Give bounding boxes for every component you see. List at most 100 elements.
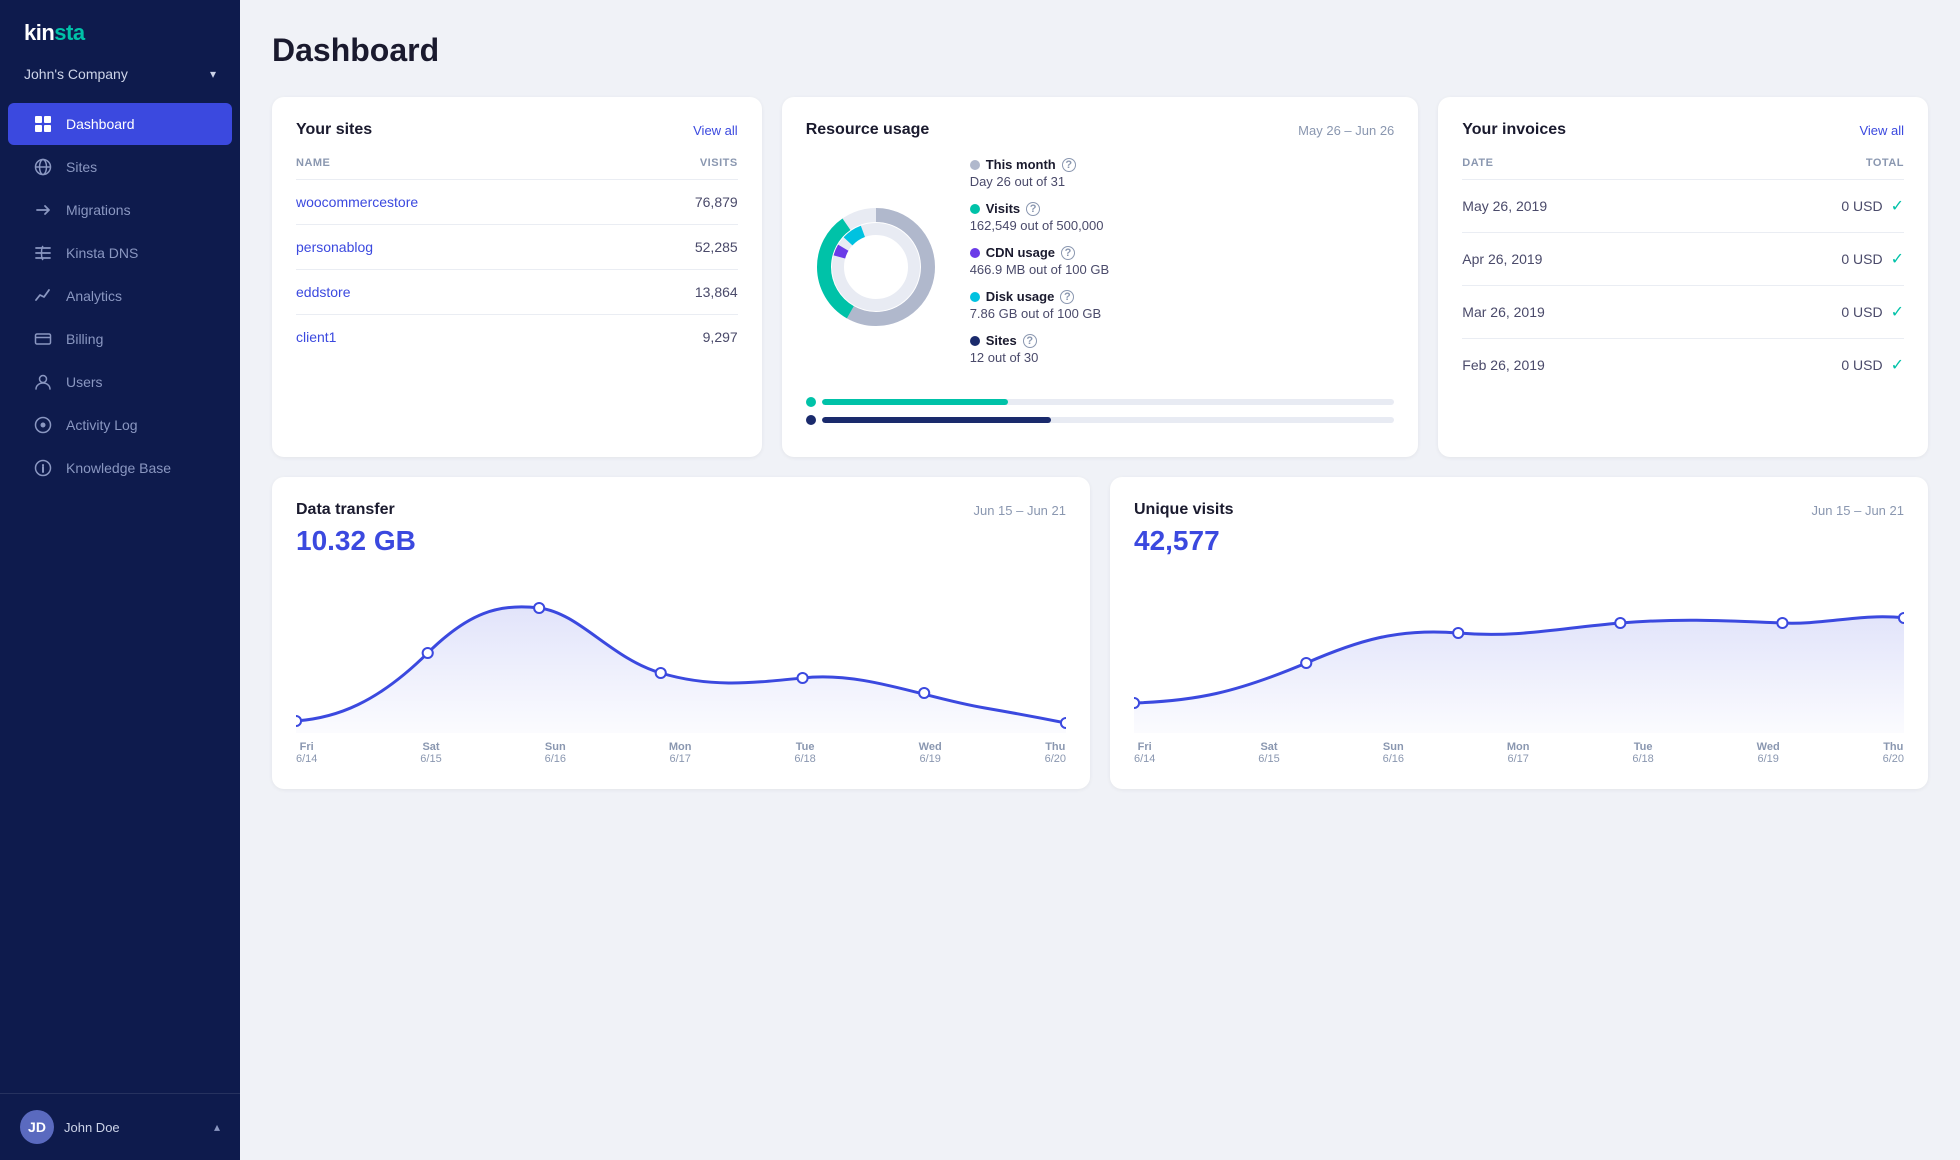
sidebar-logo: kinsta bbox=[0, 0, 240, 56]
visits-count: 52,285 bbox=[695, 239, 738, 255]
data-transfer-chart bbox=[296, 573, 1066, 733]
sidebar-item-activity-log[interactable]: Activity Log bbox=[8, 404, 232, 446]
unique-visits-card: Unique visits Jun 15 – Jun 21 42,577 bbox=[1110, 477, 1928, 789]
x-date: 6/14 bbox=[296, 753, 317, 765]
this-month-label: This month bbox=[986, 157, 1056, 172]
invoice-amount: 0 USD ✓ bbox=[1841, 302, 1904, 322]
invoices-view-all[interactable]: View all bbox=[1859, 123, 1904, 138]
unique-visits-x-axis: Fri6/14Sat6/15Sun6/16Mon6/17Tue6/18Wed6/… bbox=[1134, 733, 1904, 765]
x-axis-label: Thu6/20 bbox=[1883, 741, 1904, 765]
invoice-date: May 26, 2019 bbox=[1462, 198, 1547, 214]
cdn-value: 466.9 MB out of 100 GB bbox=[970, 262, 1395, 277]
billing-icon bbox=[32, 330, 54, 348]
sites-progress bbox=[806, 415, 1395, 425]
x-axis-label: Fri6/14 bbox=[1134, 741, 1155, 765]
disk-stat: Disk usage ? 7.86 GB out of 100 GB bbox=[970, 289, 1395, 321]
sidebar-item-label: Sites bbox=[66, 159, 97, 175]
x-axis-label: Mon6/17 bbox=[669, 741, 692, 765]
x-date: 6/15 bbox=[1258, 753, 1279, 765]
sites-table-header: NAME VISITS bbox=[296, 157, 738, 180]
cdn-label: CDN usage bbox=[986, 245, 1055, 260]
visits-count: 13,864 bbox=[695, 284, 738, 300]
sites-stat: Sites ? 12 out of 30 bbox=[970, 333, 1395, 365]
top-row: Your sites View all NAME VISITS woocomme… bbox=[272, 97, 1928, 457]
invoice-row: Mar 26, 20190 USD ✓ bbox=[1462, 286, 1904, 339]
invoices-card-header: Your invoices View all bbox=[1462, 121, 1904, 139]
invoice-amount: 0 USD ✓ bbox=[1841, 355, 1904, 375]
activity-log-icon bbox=[32, 416, 54, 434]
main-content: Dashboard Your sites View all NAME VISIT… bbox=[240, 0, 1960, 1160]
x-day: Mon bbox=[669, 741, 692, 753]
invoices-table-header: DATE TOTAL bbox=[1462, 157, 1904, 180]
sites-value: 12 out of 30 bbox=[970, 350, 1395, 365]
sidebar-item-sites[interactable]: Sites bbox=[8, 146, 232, 188]
data-transfer-card: Data transfer Jun 15 – Jun 21 10.32 GB bbox=[272, 477, 1090, 789]
x-axis-label: Mon6/17 bbox=[1507, 741, 1530, 765]
check-icon: ✓ bbox=[1891, 249, 1904, 269]
x-axis-label: Sat6/15 bbox=[420, 741, 441, 765]
sidebar-item-label: Knowledge Base bbox=[66, 460, 171, 476]
progress-bars bbox=[806, 397, 1395, 425]
x-day: Fri bbox=[1134, 741, 1155, 753]
x-date: 6/14 bbox=[1134, 753, 1155, 765]
site-link[interactable]: woocommercestore bbox=[296, 194, 418, 210]
sidebar-bottom: JD John Doe ▴ bbox=[0, 1093, 240, 1160]
invoice-date: Apr 26, 2019 bbox=[1462, 251, 1542, 267]
check-icon: ✓ bbox=[1891, 302, 1904, 322]
visits-help-icon: ? bbox=[1026, 202, 1040, 216]
unique-visits-date-range: Jun 15 – Jun 21 bbox=[1811, 503, 1904, 518]
uv-dot-2 bbox=[1453, 628, 1463, 638]
site-link[interactable]: eddstore bbox=[296, 284, 350, 300]
data-transfer-x-axis: Fri6/14Sat6/15Sun6/16Mon6/17Tue6/18Wed6/… bbox=[296, 733, 1066, 765]
sidebar-item-label: Migrations bbox=[66, 202, 131, 218]
uv-dot-5 bbox=[1899, 613, 1904, 623]
x-axis-label: Tue6/18 bbox=[1632, 741, 1653, 765]
logo-text: kinsta bbox=[24, 20, 85, 46]
invoice-date: Feb 26, 2019 bbox=[1462, 357, 1545, 373]
sidebar-item-knowledge-base[interactable]: Knowledge Base bbox=[8, 447, 232, 489]
resource-card-header: Resource usage May 26 – Jun 26 bbox=[806, 121, 1395, 139]
sidebar-item-label: Analytics bbox=[66, 288, 122, 304]
dt-dot-5 bbox=[919, 688, 929, 698]
unique-visits-title: Unique visits bbox=[1134, 501, 1234, 519]
x-date: 6/16 bbox=[1383, 753, 1404, 765]
invoice-row: Feb 26, 2019 0 USD ✓ bbox=[1462, 339, 1904, 391]
x-day: Wed bbox=[1757, 741, 1780, 753]
sidebar: kinsta John's Company ▾ Dashboard Sites Mi… bbox=[0, 0, 240, 1160]
sites-rows: woocommercestore76,879 personablog 52,285 e… bbox=[296, 180, 738, 359]
invoice-col-total: TOTAL bbox=[1866, 157, 1904, 169]
donut-svg bbox=[806, 197, 946, 337]
this-month-stat: This month ? Day 26 out of 31 bbox=[970, 157, 1395, 189]
x-day: Thu bbox=[1883, 741, 1904, 753]
sites-view-all[interactable]: View all bbox=[693, 123, 738, 138]
company-selector[interactable]: John's Company ▾ bbox=[0, 56, 240, 102]
invoice-row: Apr 26, 20190 USD ✓ bbox=[1462, 233, 1904, 286]
company-name: John's Company bbox=[24, 66, 128, 82]
sidebar-item-migrations[interactable]: Migrations bbox=[8, 189, 232, 231]
x-day: Thu bbox=[1045, 741, 1066, 753]
avatar: JD bbox=[20, 1110, 54, 1144]
sidebar-item-analytics[interactable]: Analytics bbox=[8, 275, 232, 317]
disk-help-icon: ? bbox=[1060, 290, 1074, 304]
table-row: woocommercestore76,879 bbox=[296, 180, 738, 225]
sidebar-item-label: Billing bbox=[66, 331, 103, 347]
dt-dot-0 bbox=[296, 716, 301, 726]
sidebar-item-users[interactable]: Users bbox=[8, 361, 232, 403]
x-day: Sat bbox=[1258, 741, 1279, 753]
data-transfer-svg bbox=[296, 573, 1066, 733]
cdn-stat: CDN usage ? 466.9 MB out of 100 GB bbox=[970, 245, 1395, 277]
table-row: client19,297 bbox=[296, 315, 738, 359]
sidebar-item-dashboard[interactable]: Dashboard bbox=[8, 103, 232, 145]
sites-card-title: Your sites bbox=[296, 121, 372, 139]
site-link[interactable]: client1 bbox=[296, 329, 336, 345]
sidebar-item-kinsta-dns[interactable]: Kinsta DNS bbox=[8, 232, 232, 274]
knowledge-base-icon bbox=[32, 459, 54, 477]
sidebar-item-billing[interactable]: Billing bbox=[8, 318, 232, 360]
site-link[interactable]: personablog bbox=[296, 239, 373, 255]
resource-date-range: May 26 – Jun 26 bbox=[1298, 123, 1394, 138]
chevron-down-icon: ▾ bbox=[210, 67, 216, 81]
resource-card-title: Resource usage bbox=[806, 121, 930, 139]
donut-section: This month ? Day 26 out of 31 Visits ? 1… bbox=[806, 157, 1395, 377]
sites-col-visits: VISITS bbox=[700, 157, 738, 169]
table-row: eddstore 13,864 bbox=[296, 270, 738, 315]
